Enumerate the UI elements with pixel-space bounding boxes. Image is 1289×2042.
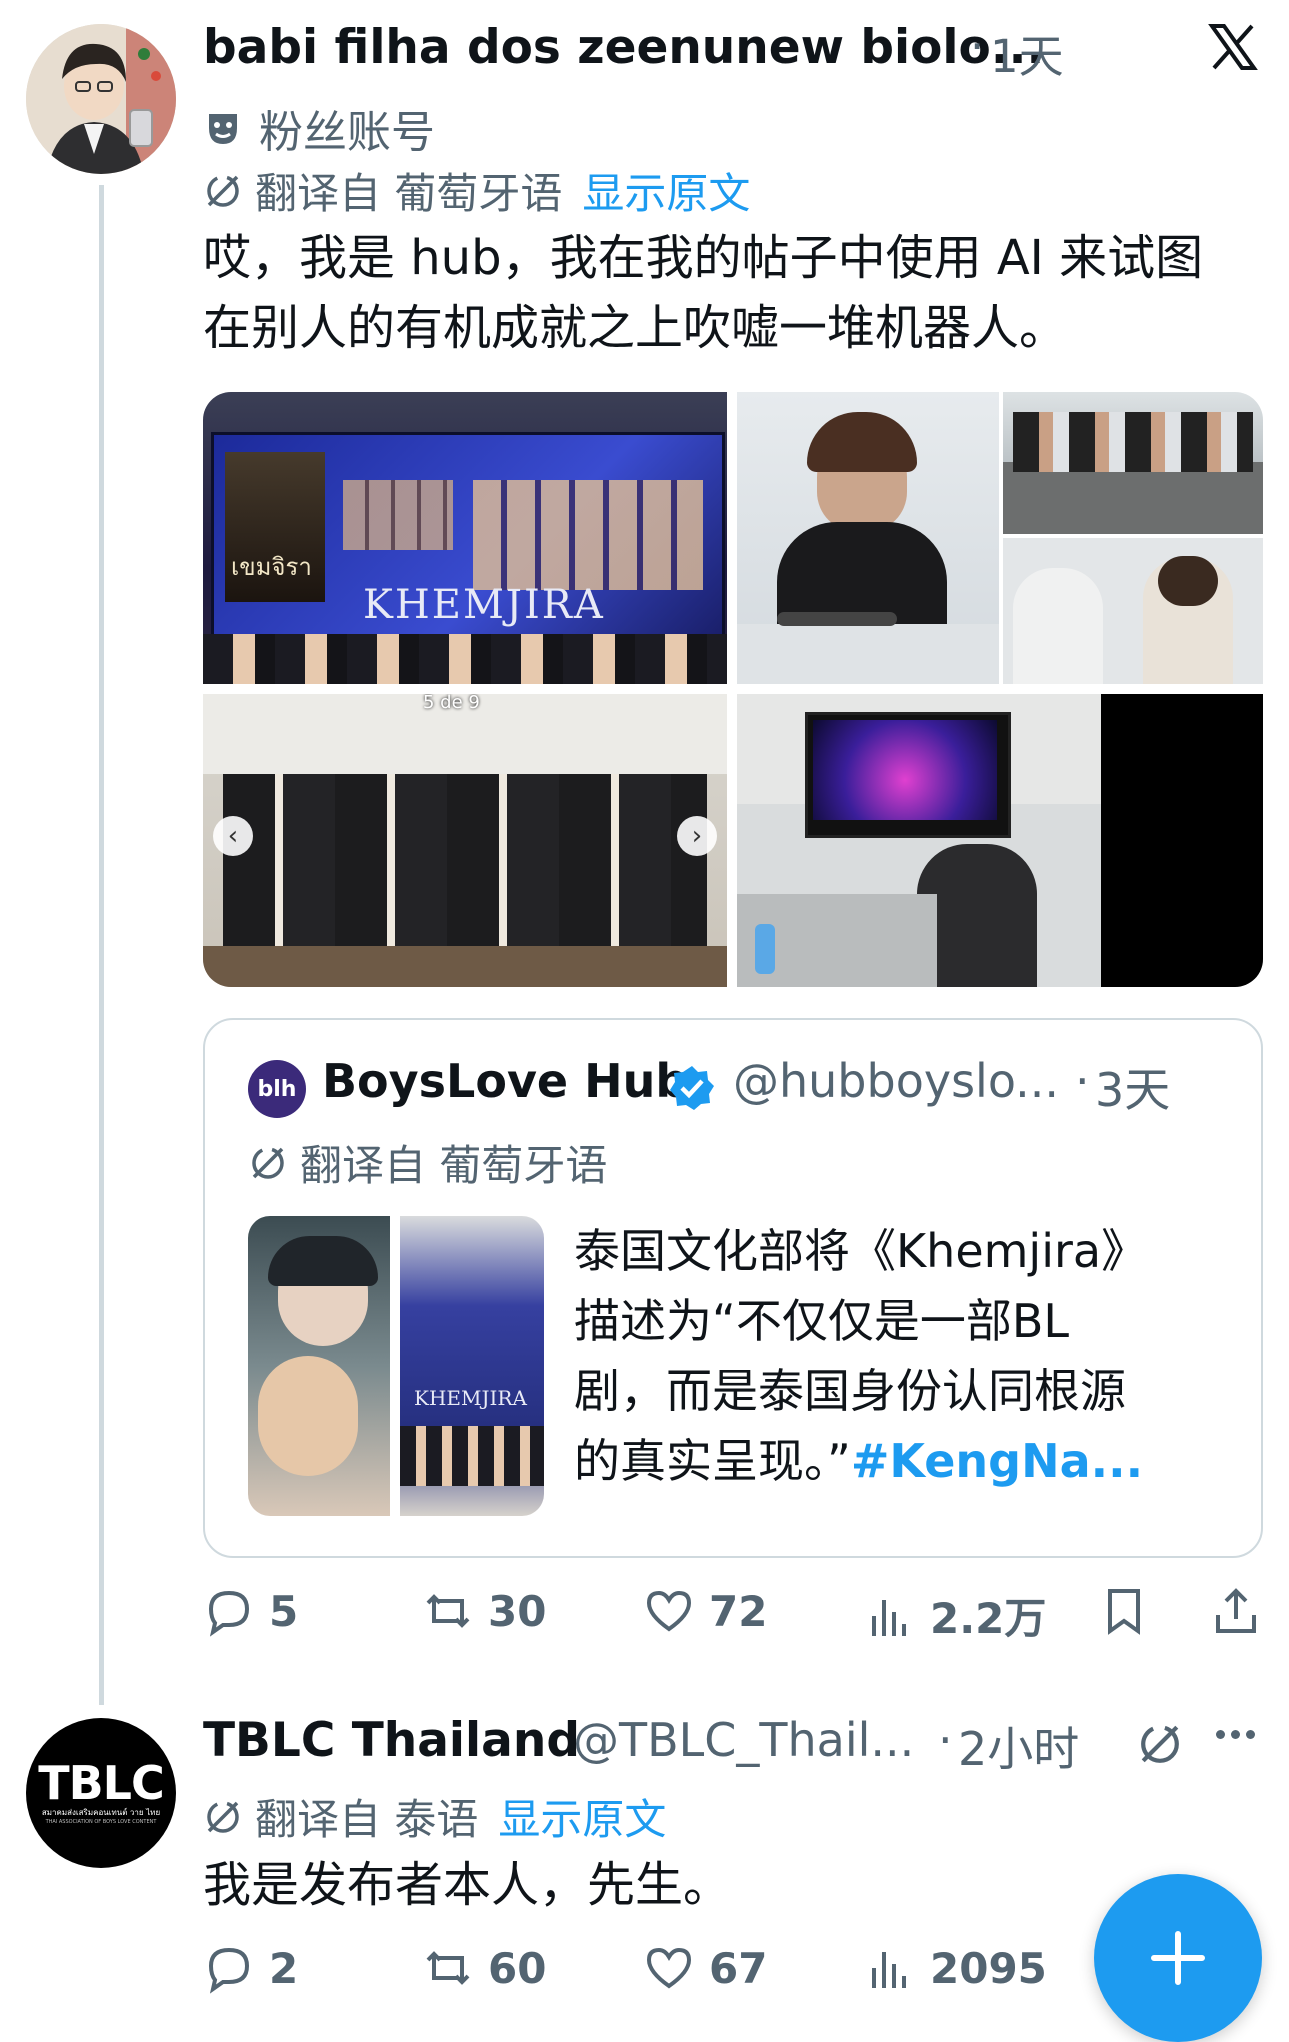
share-button[interactable]: [1210, 1585, 1262, 1637]
media-image[interactable]: 5 de 9 ‹ ›: [203, 694, 727, 987]
quoted-text-line: 描述为“不仅仅是一部BL: [574, 1294, 1070, 1348]
quoted-hashtag-link[interactable]: #KengNa...: [851, 1434, 1143, 1488]
translation-row: 翻译自 葡萄牙语 显示原文: [203, 160, 750, 221]
fan-account-badge: 粉丝账号: [203, 96, 435, 160]
quoted-post-card[interactable]: blh BoysLove Hub @hubboyslo... · 3天 翻译自 …: [203, 1018, 1263, 1558]
bookmark-icon: [1108, 1589, 1140, 1635]
post-text: 我是发布者本人，先生。: [203, 1857, 732, 1913]
heart-icon: [646, 1947, 692, 1989]
author-handle[interactable]: @TBLC_Thail...: [573, 1713, 914, 1767]
avatar[interactable]: [26, 24, 176, 174]
compose-post-button[interactable]: [1094, 1874, 1262, 2042]
carousel-counter: 5 de 9: [423, 694, 480, 713]
theater-mask-icon: [209, 114, 237, 144]
quoted-media-image: KHEMJIRA: [400, 1216, 544, 1516]
translated-from-label: 翻译自 葡萄牙语: [255, 169, 563, 218]
bookmark-button[interactable]: [1098, 1585, 1150, 1637]
thread-connector-line: [99, 185, 104, 1705]
fan-account-label: 粉丝账号: [259, 107, 435, 158]
like-button[interactable]: 67: [643, 1942, 767, 1994]
views-button[interactable]: 2095: [864, 1942, 1047, 1994]
quoted-text-line: 的真实呈现。”#KengNa...: [574, 1434, 1144, 1488]
views-count: 2095: [930, 1943, 1047, 1993]
reply-button[interactable]: 2: [203, 1942, 298, 1994]
author-name[interactable]: TBLC Thailand: [203, 1713, 580, 1768]
show-original-link[interactable]: 显示原文: [582, 160, 750, 221]
like-count: 72: [709, 1586, 768, 1636]
share-icon: [1216, 1588, 1256, 1633]
quoted-translation-row: 翻译自 葡萄牙语: [248, 1132, 607, 1193]
reply-button[interactable]: 5: [203, 1585, 298, 1637]
media-image[interactable]: เขมจิรา KHEMJIRA: [203, 392, 727, 684]
reply-count: 5: [269, 1586, 299, 1636]
post-time-separator: ·: [970, 20, 985, 73]
translate-icon: [207, 1800, 239, 1833]
carousel-next-icon[interactable]: ›: [677, 816, 717, 856]
repost-button[interactable]: 60: [422, 1942, 546, 1994]
post-time[interactable]: 1天: [990, 20, 1064, 85]
author-name[interactable]: babi filha dos zeenunew biolo...: [203, 20, 1044, 75]
quoted-text-line: 剧，而是泰国身份认同根源: [574, 1364, 1126, 1418]
show-original-link[interactable]: 显示原文: [498, 1786, 666, 1847]
repost-icon: [426, 1951, 470, 1985]
repost-button[interactable]: 30: [422, 1585, 546, 1637]
like-count: 67: [709, 1943, 768, 1993]
carousel-prev-icon[interactable]: ‹: [213, 816, 253, 856]
views-button[interactable]: 2.2万: [864, 1585, 1046, 1646]
media-image[interactable]: [737, 694, 1263, 987]
quoted-media[interactable]: KHEMJIRA: [248, 1216, 544, 1516]
post-text: 哎，我是 hub，我在我的帖子中使用 AI 来试图 在别人的有机成就之上吹嘘一堆…: [203, 223, 1273, 363]
reply-icon: [208, 1590, 250, 1637]
more-options-icon[interactable]: [1216, 1730, 1255, 1739]
tblc-logo-subtitle: สมาคมส่งเสริมคอนเทนต์ วาย ไทย: [41, 1808, 161, 1817]
post-time[interactable]: 2小时: [958, 1713, 1079, 1779]
tblc-logo-text: TBLC: [38, 1756, 165, 1810]
quoted-author-handle[interactable]: @hubboyslo...: [733, 1054, 1059, 1108]
media-image[interactable]: [1003, 392, 1263, 534]
views-chart-icon: [872, 1599, 906, 1636]
translation-row: 翻译自 泰语 显示原文: [203, 1786, 666, 1847]
quoted-media-image: [248, 1216, 390, 1516]
quoted-post-text: 泰国文化部将《Khemjira》 描述为“不仅仅是一部BL 剧，而是泰国身份认同…: [574, 1216, 1234, 1496]
quoted-author-name[interactable]: BoysLove Hub: [322, 1054, 688, 1108]
translated-from-label: 翻译自 泰语: [255, 1795, 479, 1844]
post-text-line: 在别人的有机成就之上吹嘘一堆机器人。: [203, 300, 1068, 356]
translate-icon: [252, 1146, 284, 1179]
tblc-avatar[interactable]: TBLC สมาคมส่งเสริมคอนเทนต์ วาย ไทย THAI …: [26, 1718, 176, 1868]
plus-icon: [1151, 1931, 1205, 1985]
media-image[interactable]: [737, 392, 999, 684]
khemjira-title: KHEMJIRA: [363, 582, 605, 628]
repost-count: 30: [488, 1586, 547, 1636]
post-text-line: 哎，我是 hub，我在我的帖子中使用 AI 来试图: [203, 230, 1204, 286]
tblc-logo-subtitle-en: THAI ASSOCIATION OF BOYS LOVE CONTENT: [45, 1819, 157, 1825]
media-image[interactable]: [1003, 538, 1263, 684]
repost-icon: [426, 1594, 470, 1628]
verified-badge-icon: [668, 1064, 716, 1116]
quoted-time-separator: ·: [1075, 1054, 1090, 1108]
post-time-separator: ·: [938, 1713, 953, 1767]
poster-image: เขมจิรา: [225, 452, 325, 602]
media-grid[interactable]: เขมจิรา KHEMJIRA 5 de 9 ‹ ›: [203, 392, 1263, 987]
quoted-text-line: 泰国文化部将《Khemjira》: [574, 1224, 1148, 1278]
repost-count: 60: [488, 1943, 547, 1993]
like-button[interactable]: 72: [643, 1585, 767, 1637]
reply-count: 2: [269, 1943, 299, 1993]
views-count: 2.2万: [930, 1594, 1047, 1643]
quoted-post-time[interactable]: 3天: [1095, 1054, 1170, 1120]
hub-logo-icon: blh: [257, 1076, 297, 1102]
translate-icon: [207, 174, 239, 207]
x-logo-icon[interactable]: [1208, 22, 1258, 72]
views-chart-icon: [872, 1952, 906, 1988]
avatar-portrait-icon: [26, 24, 176, 174]
quoted-translated-from: 翻译自 葡萄牙语: [300, 1141, 608, 1190]
heart-icon: [646, 1590, 692, 1632]
quoted-avatar: blh: [248, 1060, 306, 1118]
reply-icon: [208, 1947, 250, 1994]
translate-toggle-icon[interactable]: [1136, 1720, 1184, 1772]
